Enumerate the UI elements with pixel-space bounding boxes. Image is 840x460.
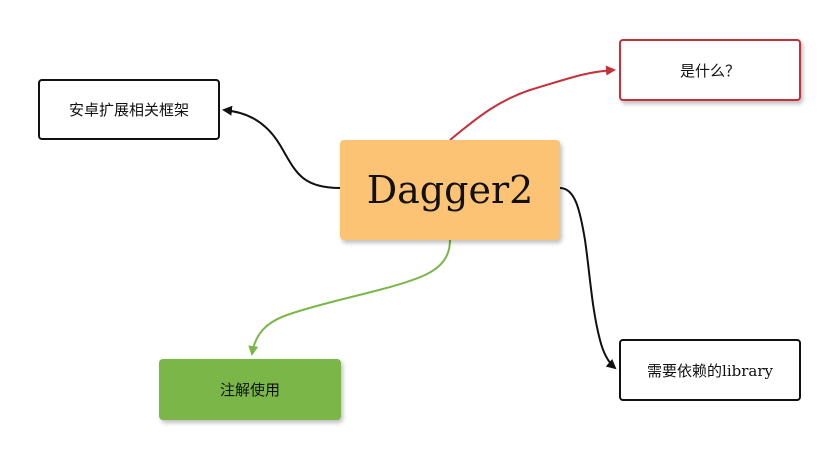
node-android-frameworks[interactable]: 安卓扩展相关框架 xyxy=(38,79,220,140)
mind-map-canvas: Dagger2 安卓扩展相关框架 是什么？ 需要依赖的library 注解使用 xyxy=(0,0,840,460)
edge-to-left-node xyxy=(222,105,341,189)
edge-to-bottom-right-node xyxy=(559,187,617,370)
node-what-is[interactable]: 是什么？ xyxy=(619,39,801,101)
node-required-library[interactable]: 需要依赖的library xyxy=(619,339,801,401)
edge-to-top-right-node xyxy=(449,65,616,141)
node-annotation-usage[interactable]: 注解使用 xyxy=(159,359,341,420)
edge-to-bottom-left-node xyxy=(248,239,451,356)
center-node[interactable]: Dagger2 xyxy=(340,140,560,240)
